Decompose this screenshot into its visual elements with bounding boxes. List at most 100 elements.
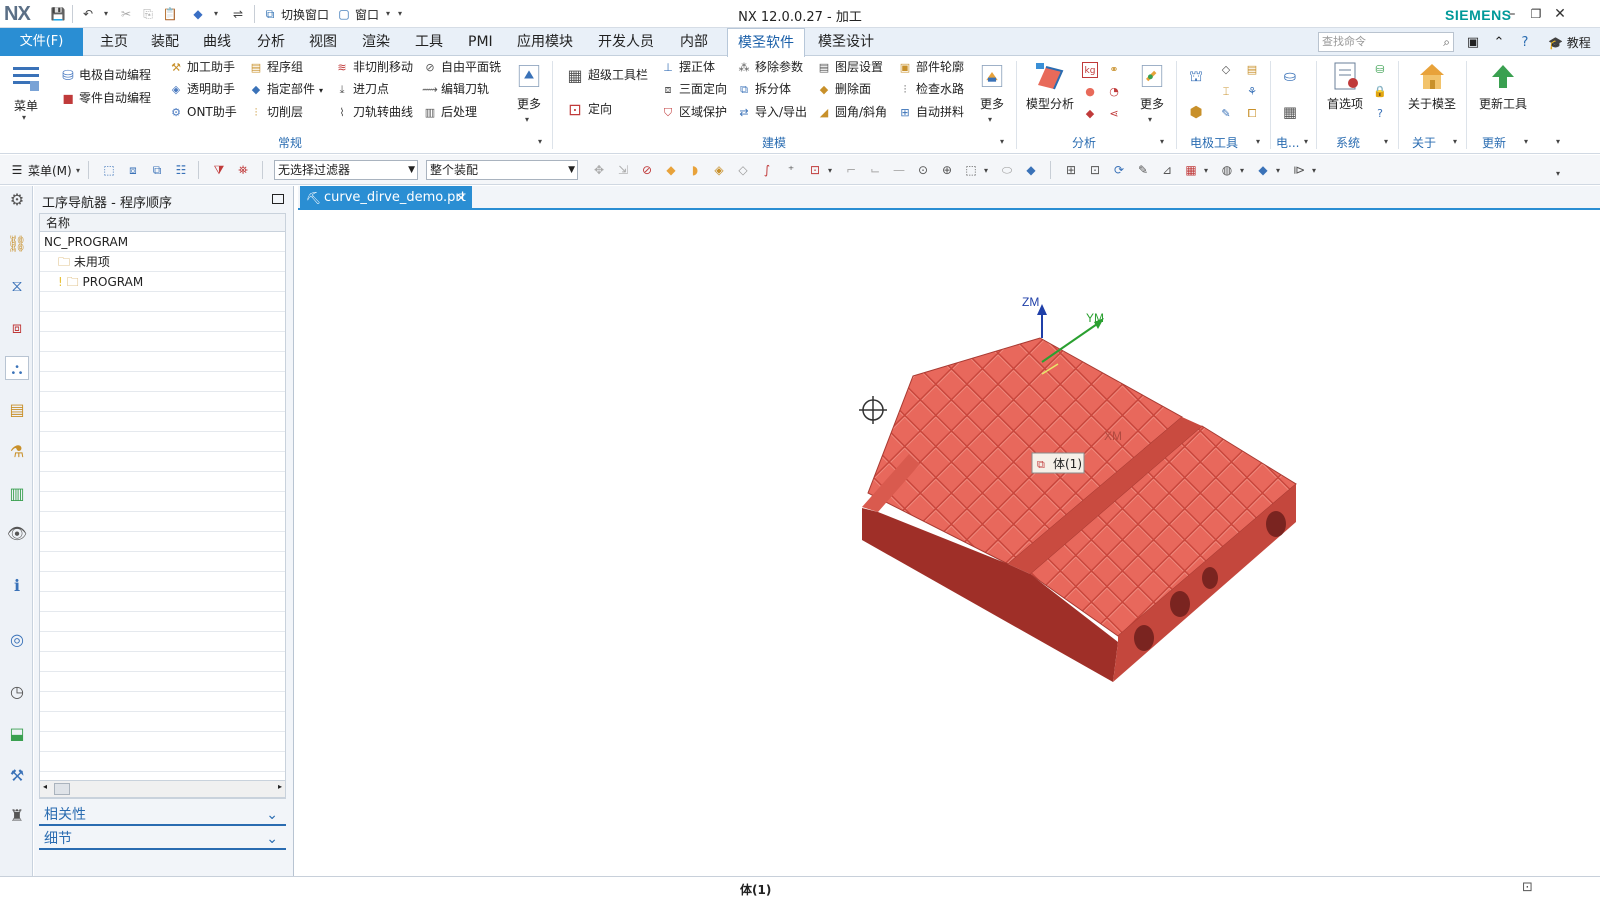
view-cube-icon[interactable]: ◆ [1022,161,1040,179]
assembly-navigator-icon[interactable]: ⛓ [5,232,29,256]
part-auto-programming-button[interactable]: ◼ 零件自动编程 [60,88,151,108]
cut-icon[interactable]: ✂ [118,6,134,22]
fit-icon[interactable]: ⊞ [1062,161,1080,179]
ont-assistant-button[interactable]: ⚙ ONT助手 [168,102,237,122]
snap-control-icon[interactable]: — [890,161,908,179]
snap-mid-icon[interactable]: ⌙ [866,161,884,179]
menu-dropdown-button[interactable]: 菜单(M) [28,162,72,179]
render-style-icon[interactable]: ▦ [1182,161,1200,179]
switch-window-icon[interactable]: ⧉ [262,6,278,22]
color-analysis-icon[interactable]: ● [1082,81,1101,101]
electrode-icon-b[interactable]: ▦ [1282,101,1301,121]
filter-icon-1[interactable]: ⧩ [210,161,228,179]
ribbon-options-icon[interactable]: ▣ [1464,34,1482,52]
copy-icon[interactable]: ⎘ [140,6,156,22]
mass-icon[interactable]: kg [1082,59,1101,79]
angle-icon[interactable]: ◔ [1106,81,1125,101]
super-toolbar-button[interactable]: ▦ 超级工具栏 [565,65,648,85]
type-filter-select[interactable]: 无选择过滤器 ▼ [274,160,418,180]
pan-icon[interactable]: ✎ [1134,161,1152,179]
info-help-icon[interactable]: ? [1372,103,1391,123]
about-mosheng-button[interactable]: 关于模圣 [1404,61,1460,112]
command-search-input[interactable]: 查找命令 ⌕ [1318,32,1454,52]
solid-body-icon[interactable]: ◆ [662,161,680,179]
preferences-button[interactable]: 首选项 [1324,61,1366,112]
help-icon[interactable]: ? [1516,34,1534,52]
snap-end-icon[interactable]: ⌐ [842,161,860,179]
tree-column-header[interactable]: 名称 [40,214,285,232]
program-group-button[interactable]: ▤ 程序组 [248,57,303,77]
box-select-icon[interactable]: ⬚ [962,161,980,179]
tab-view[interactable]: 视图 [307,28,339,56]
scroll-thumb[interactable] [54,783,70,795]
electrode-icon-a[interactable]: ⛀ [1282,65,1301,85]
tab-mosheng-software[interactable]: 模圣软件 [727,28,805,57]
snap-icon-2[interactable]: ⇲ [614,161,632,179]
fillet-chamfer-button[interactable]: ◢ 圆角/斜角 [816,102,887,122]
save-icon[interactable]: 💾 [50,6,66,22]
menu-big-button[interactable]: 菜单 [8,63,44,114]
check-body-icon[interactable]: ◆ [1082,103,1101,123]
machining-assistant-button[interactable]: ⚒ 加工助手 [168,57,235,77]
transparent-assistant-button[interactable]: ◈ 透明助手 [168,79,235,99]
tab-assembly[interactable]: 装配 [149,28,181,56]
delete-face-button[interactable]: ◆ 删除面 [816,79,871,99]
command-finder-icon[interactable]: ⇌ [230,6,246,22]
snap-center-icon[interactable]: ⊙ [914,161,932,179]
electrode-tool-icon-7[interactable]: ⚘ [1244,81,1263,101]
analysis-more-button[interactable]: 更多 [1136,61,1168,112]
import-export-button[interactable]: ⇄ 导入/导出 [736,102,807,122]
align-body-button[interactable]: ⊥ 摆正体 [660,57,715,77]
model-more-button[interactable]: 更多 [976,61,1008,112]
layer-settings-button[interactable]: ▤ 图层设置 [816,57,883,77]
orient-button[interactable]: ⊡ 定向 [565,99,612,119]
non-cutting-moves-button[interactable]: ≋ 非切削移动 [334,57,413,77]
window-menu-button[interactable]: 窗口 [355,6,379,23]
reuse-library-icon[interactable]: ▥ [5,482,29,506]
details-section[interactable]: 细节 ⌄ [39,828,286,850]
close-icon[interactable]: ✕ [1550,4,1570,24]
tab-curve[interactable]: 曲线 [201,28,233,56]
section-view-icon[interactable]: ⧐ [1290,161,1308,179]
view-orient-icon[interactable]: ◆ [1254,161,1272,179]
customize-dropdown-icon[interactable]: ▾ [392,6,408,22]
free-planar-milling-button[interactable]: ⊘ 自由平面铣 [422,57,501,77]
part-model[interactable]: ZM YM XM ⧉ 体(1) [298,212,1600,876]
select-list-icon[interactable]: ☷ [172,161,190,179]
tab-mosheng-design[interactable]: 模圣设计 [816,28,876,56]
select-group-icon[interactable]: ⧉ [148,161,166,179]
fullscreen-icon[interactable]: ⊡ [1522,880,1533,895]
electrode-tool-icon-3[interactable]: ◇ [1218,59,1237,79]
document-tab[interactable]: ⛏ curve_dirve_demo.prt ✕ [300,186,472,210]
scroll-left-icon[interactable]: ◂ [43,782,47,791]
tree-row-unused-items[interactable]: 🗀 未用项 [40,252,285,272]
tab-analysis[interactable]: 分析 [255,28,287,56]
tab-tools[interactable]: 工具 [413,28,445,56]
measure-icon[interactable]: ⚭ [1106,59,1125,79]
three-face-orient-button[interactable]: ⧈ 三面定向 [660,79,728,99]
electrode-tool-icon-4[interactable]: ⌶ [1218,81,1237,101]
electrode-tool-icon-2[interactable]: ⬢ [1188,101,1207,121]
tutorial-link[interactable]: 🎓 教程 [1548,34,1591,51]
eye-icon[interactable]: 👁 [5,522,29,546]
scope-select[interactable]: 整个装配 ▼ [426,160,578,180]
tab-render[interactable]: 渲染 [360,28,392,56]
part-outline-button[interactable]: ▣ 部件轮廓 [897,57,964,77]
update-tools-button[interactable]: 更新工具 [1474,61,1532,112]
split-body-button[interactable]: ⧉ 拆分体 [736,79,791,99]
point-dialog-icon[interactable]: ⊡ [806,161,824,179]
tree-row-nc-program[interactable]: NC_PROGRAM [40,232,285,252]
post-process-button[interactable]: ▥ 后处理 [422,102,477,122]
horizontal-scrollbar[interactable]: ◂ ▸ [39,780,286,798]
cube-icon[interactable]: ◆ [190,6,206,22]
process-studio-icon[interactable]: ⚒ [5,764,29,788]
hide-icon[interactable]: ⬭ [998,161,1016,179]
operation-navigator-icon[interactable]: ⛬ [5,356,29,380]
snap-icon-1[interactable]: ✥ [590,161,608,179]
electrode-tool-icon-8[interactable]: ⧠ [1244,103,1263,123]
undo-icon[interactable]: ↶ [80,6,96,22]
tab-developer[interactable]: 开发人员 [596,28,656,56]
electrode-tool-icon-6[interactable]: ▤ [1244,59,1263,79]
normal-more-button[interactable]: 更多 [514,61,544,112]
gear-icon[interactable]: ⚙ [5,188,29,212]
